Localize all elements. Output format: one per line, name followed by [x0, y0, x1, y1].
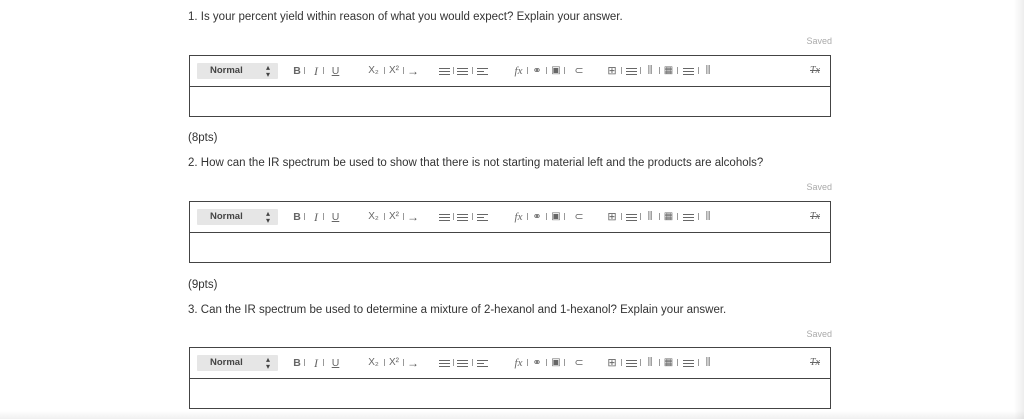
table-merge-icon[interactable]: ⫼ [703, 64, 713, 78]
question-3-saved-status: Saved [806, 329, 832, 339]
arrow-right-icon[interactable]: → [406, 356, 420, 370]
question-2-points: (9pts) [188, 279, 218, 291]
format-select-label: Normal [210, 357, 243, 368]
question-1-points: (8pts) [188, 132, 218, 144]
arrow-right-icon[interactable]: → [406, 64, 420, 78]
link-icon[interactable]: ⚭ [531, 64, 543, 78]
formula-button[interactable]: fx [512, 64, 525, 78]
table-delete-icon[interactable] [683, 356, 694, 370]
subscript-button[interactable]: X₂ [366, 210, 381, 224]
bottom-edge-shadow [0, 411, 1024, 419]
table-cell-icon[interactable]: ▦ [663, 356, 674, 370]
question-1-editor[interactable]: Normal ▴ ▾ B I U X₂ X² → fx ⚭ ▣ ⊂ ⊞ ⫼ ▦ … [189, 55, 831, 117]
formula-button[interactable]: fx [512, 210, 525, 224]
superscript-button[interactable]: X² [387, 356, 401, 370]
right-edge-shadow [1014, 0, 1024, 419]
format-select-arrows-icon: ▴ ▾ [265, 209, 270, 225]
format-select-arrows-icon: ▴ ▾ [265, 63, 270, 79]
table-cell-icon[interactable]: ▦ [663, 210, 674, 224]
question-2-editor[interactable]: Normal ▴ ▾ B I U X₂ X² → fx ⚭ ▣ ⊂ ⊞ ⫼ ▦ … [189, 201, 831, 263]
answer-text-area[interactable] [190, 379, 830, 409]
link-icon[interactable]: ⚭ [531, 210, 543, 224]
question-2-saved-status: Saved [806, 182, 832, 192]
format-select[interactable]: Normal ▴ ▾ [197, 209, 278, 225]
table-delete-icon[interactable] [683, 210, 694, 224]
question-2-text: 2. How can the IR spectrum be used to sh… [188, 157, 764, 169]
align-icon[interactable] [476, 356, 488, 370]
image-icon[interactable]: ▣ [550, 210, 562, 224]
arrow-right-icon[interactable]: → [406, 210, 420, 224]
table-column-icon[interactable]: ⫼ [645, 64, 655, 78]
question-3-text: 3. Can the IR spectrum be used to determ… [188, 304, 727, 316]
table-row-icon[interactable] [626, 210, 637, 224]
answer-text-area[interactable] [190, 87, 830, 117]
attachment-icon[interactable]: ⊂ [572, 210, 586, 224]
question-1-text: 1. Is your percent yield within reason o… [188, 11, 623, 23]
bold-button[interactable]: B [292, 210, 302, 224]
table-merge-icon[interactable]: ⫼ [703, 356, 713, 370]
underline-button[interactable]: U [330, 356, 341, 370]
editor-toolbar: Normal ▴ ▾ B I U X₂ X² → fx ⚭ ▣ ⊂ ⊞ ⫼ ▦ … [190, 348, 830, 379]
table-icon[interactable]: ⊞ [606, 356, 618, 370]
unordered-list-icon[interactable] [457, 210, 468, 224]
image-icon[interactable]: ▣ [550, 64, 562, 78]
table-row-icon[interactable] [626, 64, 637, 78]
editor-toolbar: Normal ▴ ▾ B I U X₂ X² → fx ⚭ ▣ ⊂ ⊞ ⫼ ▦ … [190, 202, 830, 233]
italic-button[interactable]: I [311, 356, 321, 370]
italic-button[interactable]: I [311, 64, 321, 78]
table-column-icon[interactable]: ⫼ [645, 210, 655, 224]
unordered-list-icon[interactable] [457, 356, 468, 370]
image-icon[interactable]: ▣ [550, 356, 562, 370]
subscript-button[interactable]: X₂ [366, 356, 381, 370]
ordered-list-icon[interactable] [439, 356, 450, 370]
ordered-list-icon[interactable] [439, 210, 450, 224]
superscript-button[interactable]: X² [387, 210, 401, 224]
align-icon[interactable] [476, 64, 488, 78]
format-select-label: Normal [210, 65, 243, 76]
bold-button[interactable]: B [292, 356, 302, 370]
unordered-list-icon[interactable] [457, 64, 468, 78]
clear-format-button[interactable]: Tx [809, 356, 821, 370]
format-select[interactable]: Normal ▴ ▾ [197, 355, 278, 371]
align-icon[interactable] [476, 210, 488, 224]
formula-button[interactable]: fx [512, 356, 525, 370]
clear-format-button[interactable]: Tx [809, 210, 821, 224]
table-icon[interactable]: ⊞ [606, 64, 618, 78]
ordered-list-icon[interactable] [439, 64, 450, 78]
link-icon[interactable]: ⚭ [531, 356, 543, 370]
format-select-label: Normal [210, 211, 243, 222]
italic-button[interactable]: I [311, 210, 321, 224]
table-icon[interactable]: ⊞ [606, 210, 618, 224]
answer-text-area[interactable] [190, 233, 830, 263]
bold-button[interactable]: B [292, 64, 302, 78]
question-3-editor[interactable]: Normal ▴ ▾ B I U X₂ X² → fx ⚭ ▣ ⊂ ⊞ ⫼ ▦ … [189, 347, 831, 409]
underline-button[interactable]: U [330, 210, 341, 224]
subscript-button[interactable]: X₂ [366, 64, 381, 78]
table-cell-icon[interactable]: ▦ [663, 64, 674, 78]
table-merge-icon[interactable]: ⫼ [703, 210, 713, 224]
format-select[interactable]: Normal ▴ ▾ [197, 63, 278, 79]
superscript-button[interactable]: X² [387, 64, 401, 78]
table-delete-icon[interactable] [683, 64, 694, 78]
table-column-icon[interactable]: ⫼ [645, 356, 655, 370]
attachment-icon[interactable]: ⊂ [572, 356, 586, 370]
format-select-arrows-icon: ▴ ▾ [265, 355, 270, 371]
clear-format-button[interactable]: Tx [809, 64, 821, 78]
question-1-saved-status: Saved [806, 36, 832, 46]
table-row-icon[interactable] [626, 356, 637, 370]
attachment-icon[interactable]: ⊂ [572, 64, 586, 78]
underline-button[interactable]: U [330, 64, 341, 78]
editor-toolbar: Normal ▴ ▾ B I U X₂ X² → fx ⚭ ▣ ⊂ ⊞ ⫼ ▦ … [190, 56, 830, 87]
